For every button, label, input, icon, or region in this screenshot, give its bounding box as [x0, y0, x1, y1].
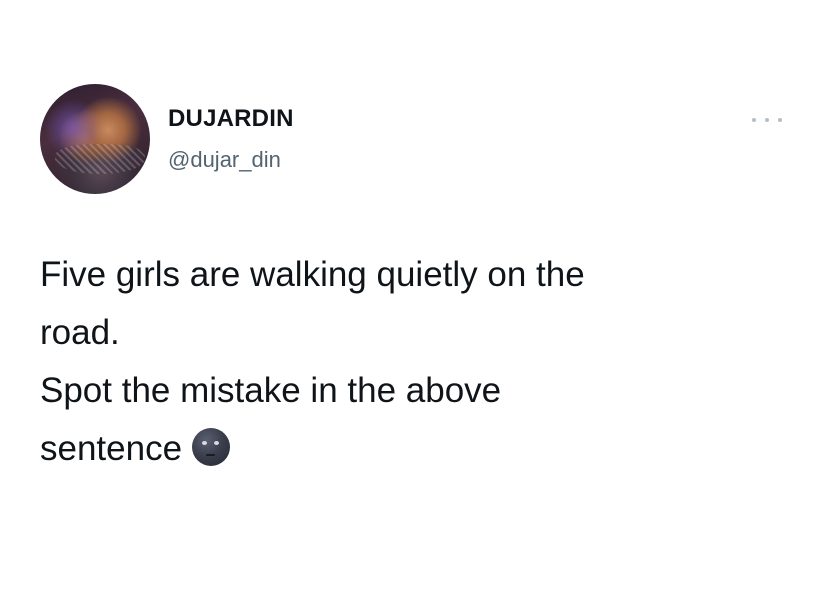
tweet-text-line: Spot the mistake in the above [40, 371, 502, 410]
more-dots-icon [752, 118, 756, 122]
tweet-text-line: Five girls are walking quietly on the [40, 255, 585, 294]
more-options-button[interactable] [752, 112, 782, 128]
new-moon-face-emoji-icon [192, 428, 231, 466]
tweet-card: DUJARDIN @dujar_din Five girls are walki… [0, 0, 828, 591]
avatar-image-detail [55, 144, 145, 174]
tweet-text-last-line: sentence [40, 420, 800, 478]
author-handle[interactable]: @dujar_din [168, 146, 281, 174]
tweet-text: Five girls are walking quietly on the ro… [40, 246, 800, 478]
more-dots-icon [765, 118, 769, 122]
tweet-text-line: sentence [40, 429, 183, 468]
tweet-text-line: road. [40, 313, 120, 352]
author-display-name[interactable]: DUJARDIN [168, 104, 294, 134]
more-dots-icon [778, 118, 782, 122]
avatar[interactable] [40, 84, 150, 194]
